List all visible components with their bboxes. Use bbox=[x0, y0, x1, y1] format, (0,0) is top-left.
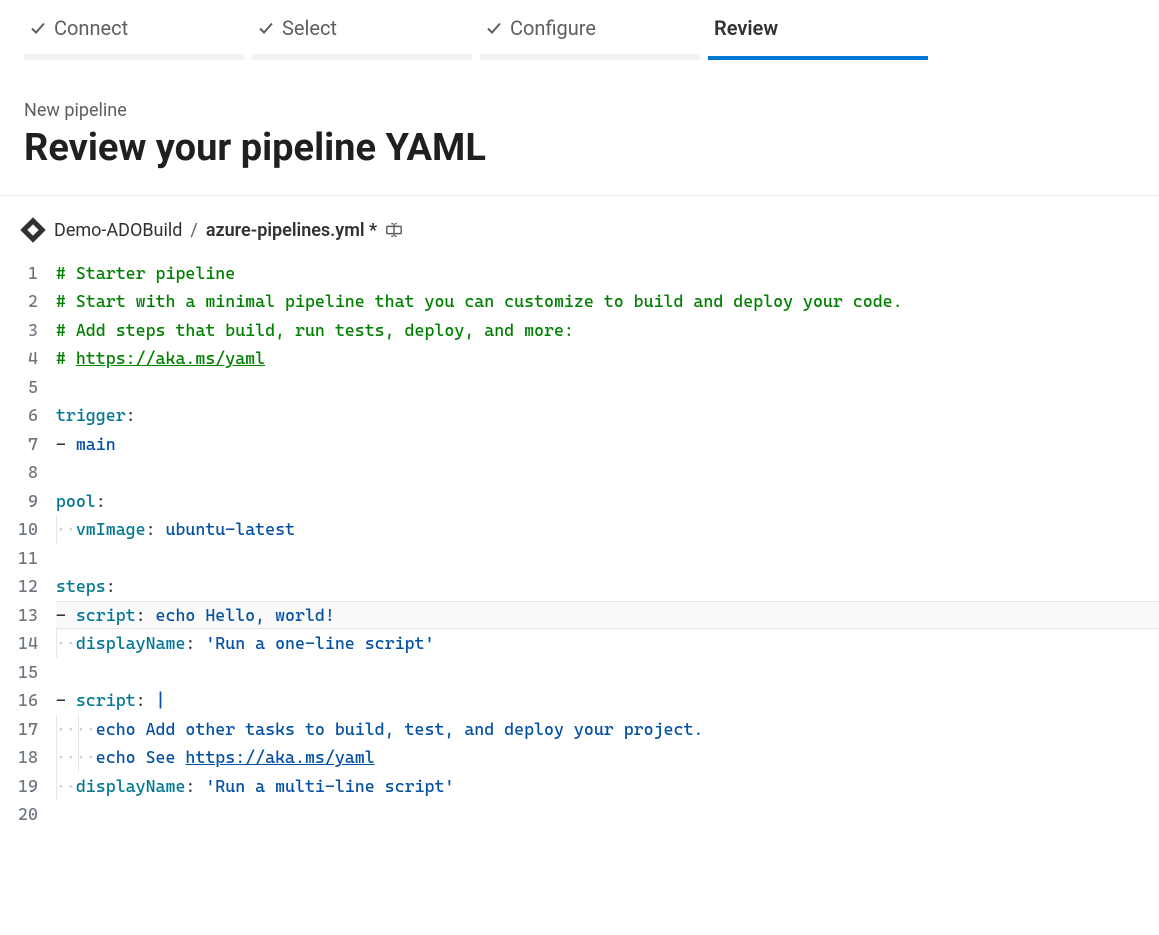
code-line: pool: bbox=[56, 487, 1159, 516]
check-icon bbox=[486, 20, 502, 36]
step-connect[interactable]: Connect bbox=[24, 12, 244, 60]
code-line bbox=[56, 800, 1159, 829]
code-line bbox=[56, 373, 1159, 402]
check-icon bbox=[258, 20, 274, 36]
step-bar bbox=[708, 56, 928, 60]
code-line: trigger: bbox=[56, 401, 1159, 430]
step-bar bbox=[252, 54, 472, 60]
code-line: ····echo Add other tasks to build, test,… bbox=[56, 715, 1159, 744]
code-line bbox=[56, 658, 1159, 687]
code-line: steps: bbox=[56, 572, 1159, 601]
code-line bbox=[56, 458, 1159, 487]
step-configure[interactable]: Configure bbox=[480, 12, 700, 60]
stepper: Connect Select Configure Review bbox=[0, 0, 1159, 60]
file-name: azure-pipelines.yml * bbox=[206, 220, 377, 241]
step-label: Configure bbox=[510, 16, 596, 40]
check-icon bbox=[30, 20, 46, 36]
code-line: ··vmImage: ubuntu-latest bbox=[56, 515, 1159, 544]
code-line: # https://aka.ms/yaml bbox=[56, 344, 1159, 373]
code-content[interactable]: # Starter pipeline # Start with a minima… bbox=[56, 259, 1159, 829]
step-label: Select bbox=[282, 16, 337, 40]
code-line: ··displayName: 'Run a one-line script' bbox=[56, 629, 1159, 658]
breadcrumb-separator: / bbox=[190, 220, 197, 241]
code-line: - main bbox=[56, 430, 1159, 459]
step-label: Connect bbox=[54, 16, 128, 40]
repo-icon bbox=[20, 217, 45, 242]
step-select[interactable]: Select bbox=[252, 12, 472, 60]
code-line: # Add steps that build, run tests, deplo… bbox=[56, 316, 1159, 345]
code-line: # Start with a minimal pipeline that you… bbox=[56, 287, 1159, 316]
line-number-gutter: 12345 678910 1112131415 1617181920 bbox=[18, 259, 56, 829]
code-line: # Starter pipeline bbox=[56, 259, 1159, 288]
step-review[interactable]: Review bbox=[708, 12, 928, 60]
code-line: - script: | bbox=[56, 686, 1159, 715]
step-bar bbox=[24, 54, 244, 60]
step-bar bbox=[480, 54, 700, 60]
page-title: Review your pipeline YAML bbox=[24, 127, 1135, 171]
code-editor[interactable]: 12345 678910 1112131415 1617181920 # Sta… bbox=[0, 259, 1159, 869]
step-label: Review bbox=[714, 16, 778, 40]
code-line: ··displayName: 'Run a multi-line script' bbox=[56, 772, 1159, 801]
code-line: - script: echo Hello, world! bbox=[56, 601, 1159, 630]
code-line bbox=[56, 544, 1159, 573]
rename-icon[interactable] bbox=[385, 221, 403, 239]
file-breadcrumb: Demo-ADOBuild / azure-pipelines.yml * bbox=[0, 196, 1159, 259]
repo-name[interactable]: Demo-ADOBuild bbox=[54, 220, 182, 241]
title-block: New pipeline Review your pipeline YAML bbox=[0, 60, 1159, 196]
code-line: ····echo See https://aka.ms/yaml bbox=[56, 743, 1159, 772]
breadcrumb: New pipeline bbox=[24, 100, 1135, 121]
